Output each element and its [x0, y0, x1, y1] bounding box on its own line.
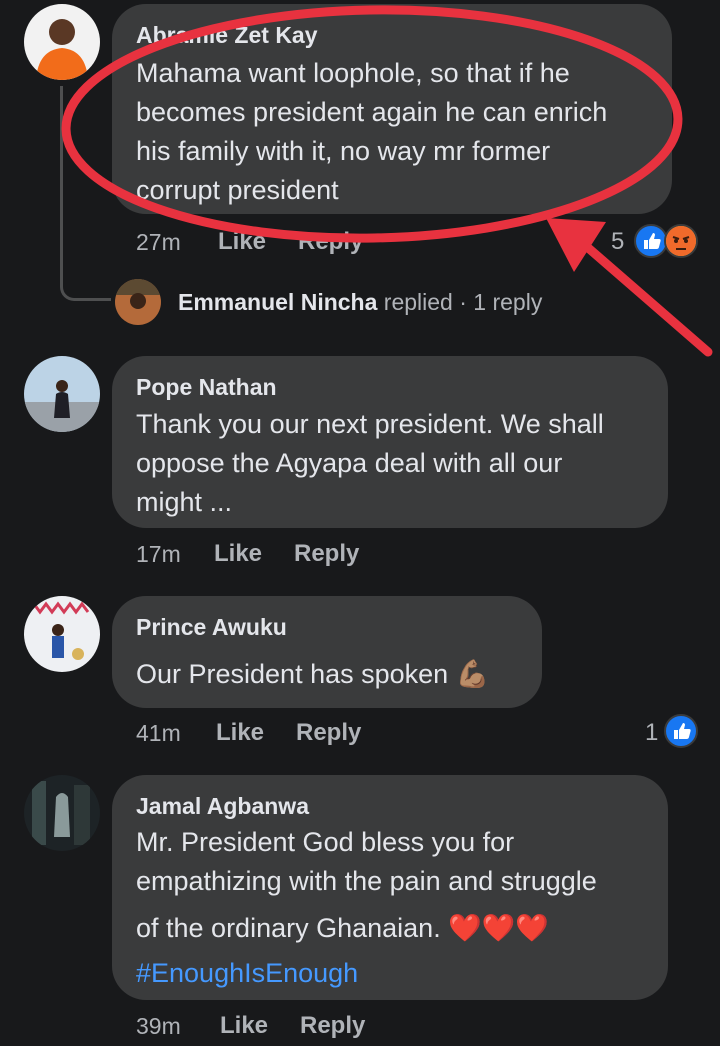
comment-author[interactable]: Pope Nathan [136, 374, 277, 401]
comment-author[interactable]: Jamal Agbanwa [136, 793, 309, 820]
comment-time[interactable]: 17m [136, 541, 181, 568]
comment-text: Our President has spoken 💪🏽 [136, 659, 490, 689]
like-button[interactable]: Like [216, 719, 264, 747]
like-button[interactable]: Like [220, 1012, 268, 1040]
comment-text: Thank you our next president. We shall o… [136, 409, 604, 517]
comment-author[interactable]: Prince Awuku [136, 614, 287, 641]
annotation-overlay [61, 5, 713, 357]
like-button[interactable]: Like [214, 540, 262, 568]
avatar-pope-nathan[interactable] [24, 356, 100, 432]
reply-button[interactable]: Reply [300, 1012, 365, 1040]
reply-button[interactable]: Reply [296, 719, 361, 747]
like-icon [664, 714, 698, 748]
avatar-prince-awuku[interactable] [24, 596, 100, 672]
comment-text: Mr. President God bless you for empathiz… [136, 827, 597, 943]
hashtag-link[interactable]: #EnoughIsEnough [136, 954, 358, 993]
reaction-count[interactable]: 1 [645, 719, 658, 747]
avatar-jamal-agbanwa[interactable] [24, 775, 100, 851]
comment-time[interactable]: 39m [136, 1013, 181, 1040]
reply-button[interactable]: Reply [294, 540, 359, 568]
comment-time[interactable]: 41m [136, 720, 181, 747]
